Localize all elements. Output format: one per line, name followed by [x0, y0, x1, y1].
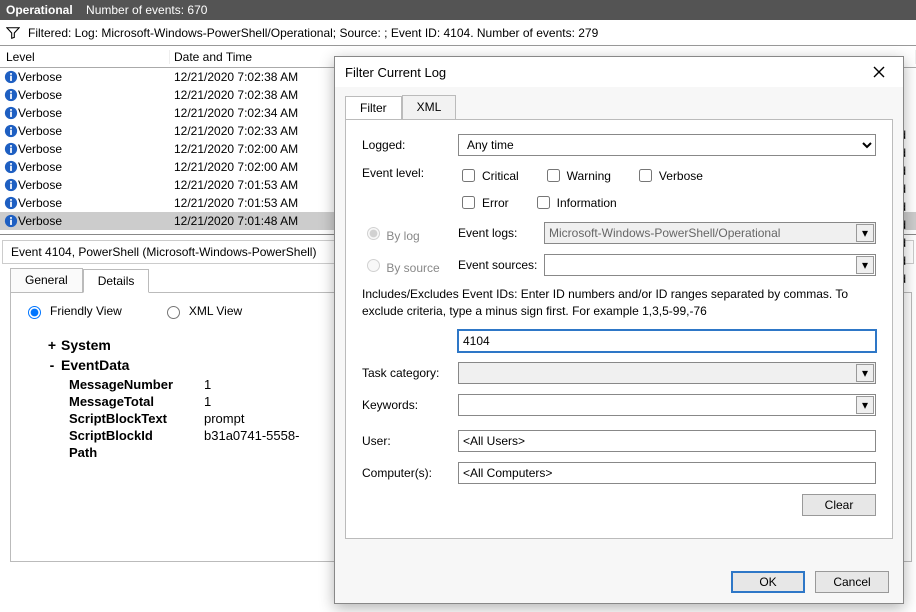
header-subtitle: Number of events: 670 [86, 3, 207, 17]
logged-select[interactable]: Any time [458, 134, 876, 156]
row-level: Verbose [18, 106, 170, 120]
task-category-combo [458, 362, 876, 384]
tree-key: MessageNumber [69, 377, 204, 392]
header-title: Operational [6, 3, 73, 17]
info-icon [0, 88, 18, 102]
label-task-category: Task category: [362, 366, 458, 380]
label-event-logs: Event logs: [458, 226, 544, 240]
info-icon [0, 124, 18, 138]
window-header: Operational Number of events: 670 [0, 0, 916, 20]
info-icon [0, 70, 18, 84]
label-user: User: [362, 434, 458, 448]
row-level: Verbose [18, 142, 170, 156]
column-level[interactable]: Level [0, 50, 170, 64]
radio-xml-view[interactable]: XML View [162, 303, 242, 319]
radio-by-source: By source [362, 256, 458, 275]
tree-key: Path [69, 445, 204, 460]
tab-general[interactable]: General [10, 268, 83, 292]
chk-critical[interactable]: Critical [458, 166, 519, 185]
info-icon [0, 106, 18, 120]
label-event-sources: Event sources: [458, 258, 544, 272]
user-input[interactable] [458, 430, 876, 452]
info-icon [0, 142, 18, 156]
ok-button[interactable]: OK [731, 571, 805, 593]
tree-value: 1 [204, 377, 211, 392]
row-level: Verbose [18, 196, 170, 210]
funnel-icon [6, 26, 20, 40]
close-icon[interactable] [865, 61, 893, 83]
chk-information[interactable]: Information [533, 193, 617, 212]
tree-key: ScriptBlockText [69, 411, 204, 426]
row-level: Verbose [18, 214, 170, 228]
filter-dialog: Filter Current Log Filter XML Logged: An… [334, 56, 904, 604]
chk-verbose[interactable]: Verbose [635, 166, 703, 185]
dialog-titlebar: Filter Current Log [335, 57, 903, 87]
computers-input[interactable] [458, 462, 876, 484]
event-logs-combo [544, 222, 876, 244]
info-icon [0, 178, 18, 192]
label-computers: Computer(s): [362, 466, 458, 480]
tab-details[interactable]: Details [83, 269, 150, 293]
tree-value: 1 [204, 394, 211, 409]
info-icon [0, 196, 18, 210]
chk-error[interactable]: Error [458, 193, 509, 212]
clear-button[interactable]: Clear [802, 494, 876, 516]
radio-friendly-view[interactable]: Friendly View [23, 303, 122, 319]
filter-summary-bar: Filtered: Log: Microsoft-Windows-PowerSh… [0, 20, 916, 46]
event-id-hint: Includes/Excludes Event IDs: Enter ID nu… [362, 286, 876, 320]
tree-key: ScriptBlockId [69, 428, 204, 443]
dialog-title: Filter Current Log [345, 65, 446, 80]
tree-value: prompt [204, 411, 244, 426]
label-logged: Logged: [362, 138, 458, 152]
event-id-input[interactable] [458, 330, 876, 352]
dialog-body: Logged: Any time Event level: Critical W… [345, 119, 893, 539]
info-icon [0, 214, 18, 228]
info-icon [0, 160, 18, 174]
keywords-combo[interactable] [458, 394, 876, 416]
row-level: Verbose [18, 124, 170, 138]
tree-value: b31a0741-5558- [204, 428, 299, 443]
row-level: Verbose [18, 178, 170, 192]
row-level: Verbose [18, 88, 170, 102]
row-level: Verbose [18, 70, 170, 84]
cancel-button[interactable]: Cancel [815, 571, 889, 593]
label-keywords: Keywords: [362, 398, 458, 412]
dialog-tab-xml[interactable]: XML [402, 95, 457, 119]
chk-warning[interactable]: Warning [543, 166, 611, 185]
row-level: Verbose [18, 160, 170, 174]
dialog-tab-filter[interactable]: Filter [345, 96, 402, 120]
event-sources-combo[interactable] [544, 254, 876, 276]
radio-by-log: By log [362, 224, 458, 243]
tree-key: MessageTotal [69, 394, 204, 409]
label-event-level: Event level: [362, 166, 458, 180]
filter-summary-text: Filtered: Log: Microsoft-Windows-PowerSh… [28, 26, 598, 40]
